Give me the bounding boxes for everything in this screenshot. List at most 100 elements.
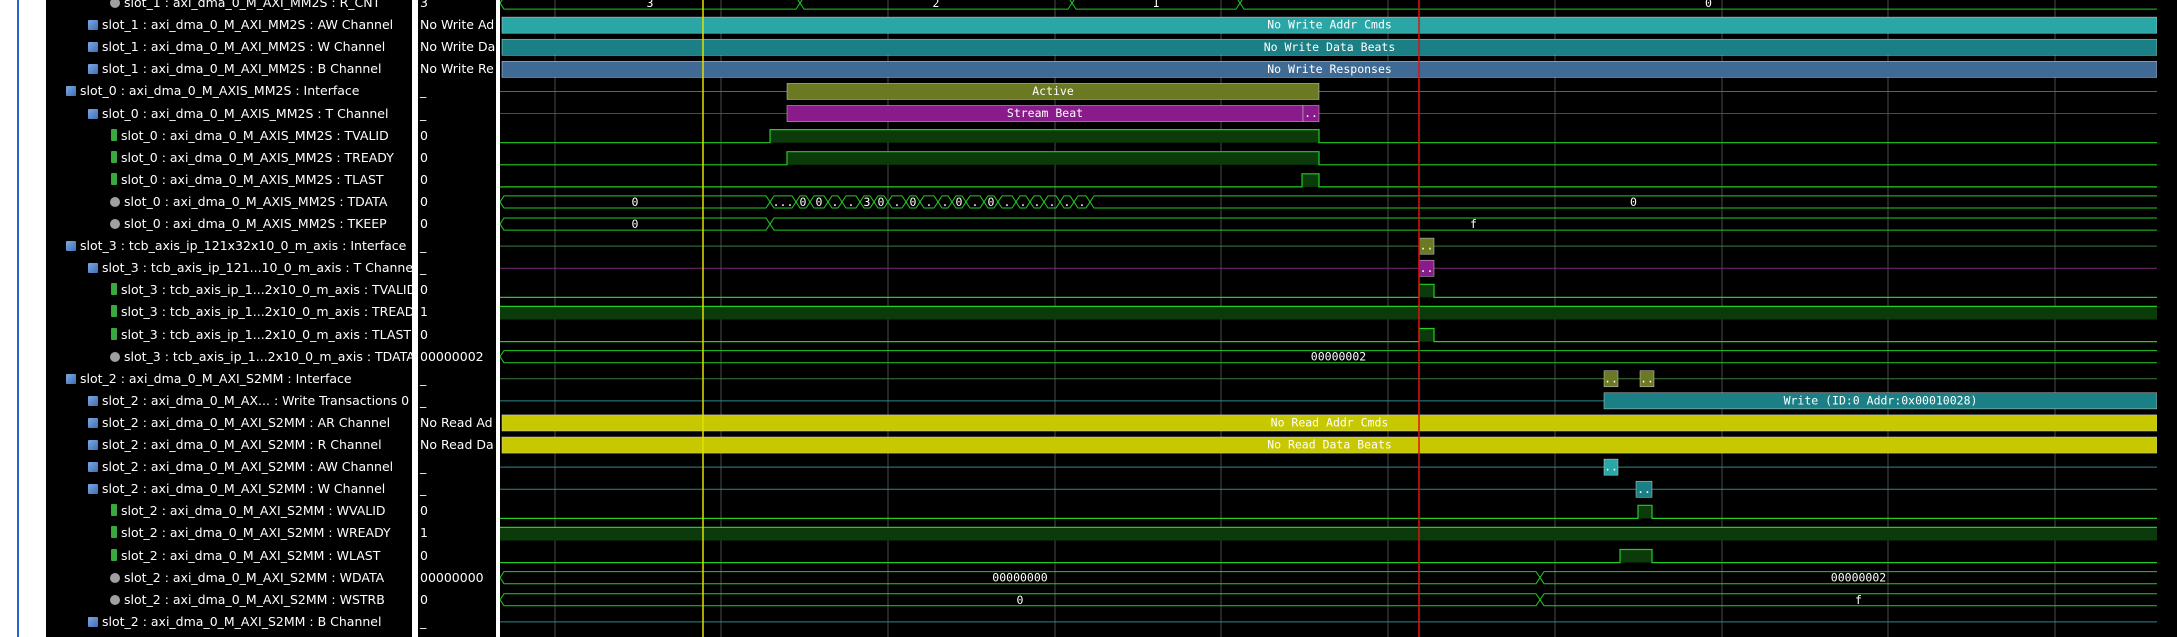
signal-icon <box>111 327 117 340</box>
signal-name-label: slot_3 : tcb_axis_ip_121x32x10_0_m_axis … <box>80 238 407 254</box>
tree-row[interactable]: slot_1 : axi_dma_0_M_AXI_MM2S : AW Chann… <box>74 14 393 36</box>
signal-name-label: slot_2 : axi_dma_0_M_AXI_S2MM : Interfac… <box>80 370 352 386</box>
slot3-tchannel-marker-label: .. <box>1420 261 1434 275</box>
tree-row[interactable]: slot_2 : axi_dma_0_M_AXI_S2MM : WREADY <box>96 522 391 544</box>
tready-pulse <box>500 151 2177 166</box>
interface-icon <box>88 20 98 31</box>
tree-row[interactable]: slot_0 : axi_dma_0_M_AXIS_MM2S : TREADY <box>96 147 394 169</box>
tree-row[interactable]: slot_2 : axi_dma_0_M_AXI_S2MM : R Channe… <box>74 434 382 456</box>
bus-icon <box>110 196 120 207</box>
tlast-pulse-fill <box>1302 173 1319 187</box>
tree-row[interactable]: slot_2 : axi_dma_0_M_AXI_S2MM : AR Chann… <box>74 412 390 434</box>
tree-row[interactable]: slot_2 : axi_dma_0_M_AX... : Write Trans… <box>74 390 409 412</box>
active-bar-label: Active <box>1032 84 1074 98</box>
tree-row[interactable]: slot_2 : axi_dma_0_M_AXI_S2MM : WDATA <box>96 567 384 589</box>
tree-row[interactable]: slot_1 : axi_dma_0_M_AXI_MM2S : B Channe… <box>74 58 381 80</box>
signal-name-tree[interactable]: slot_1 : axi_dma_0_M_AXI_MM2S : R_CNT slo… <box>46 0 412 637</box>
signal-value: 3 <box>420 0 428 10</box>
tree-row[interactable]: slot_0 : axi_dma_0_M_AXIS_MM2S : TVALID <box>96 125 389 147</box>
signal-name-label: slot_2 : axi_dma_0_M_AXI_S2MM : WVALID <box>121 503 386 519</box>
waveform-viewer[interactable]: 3 2 1 0 No Write Addr Cmds No Write Data Beat… <box>500 0 2177 637</box>
interface-icon <box>88 108 98 119</box>
signal-name-label: slot_0 : axi_dma_0_M_AXIS_MM2S : TVALID <box>121 127 389 143</box>
slot3-tdata-seg-label: 00000002 <box>1311 350 1366 364</box>
interface-icon <box>88 616 98 627</box>
wdata-seg-label: 00000000 <box>992 571 1047 585</box>
signal-value: _ <box>420 260 427 276</box>
signal-name-label: slot_3 : tcb_axis_ip_1...2x10_0_m_axis :… <box>121 326 412 342</box>
tree-row[interactable]: slot_3 : tcb_axis_ip_1...2x10_0_m_axis :… <box>96 324 411 346</box>
signal-name-label: slot_2 : axi_dma_0_M_AX... : Write Trans… <box>102 392 410 408</box>
tree-row[interactable]: slot_2 : axi_dma_0_M_AXI_S2MM : Interfac… <box>52 368 352 390</box>
tree-row[interactable]: slot_2 : axi_dma_0_M_AXI_S2MM : WSTRB <box>96 589 385 611</box>
tree-row[interactable]: slot_2 : axi_dma_0_M_AXI_S2MM : B Channe… <box>74 611 381 633</box>
signal-name-label: slot_2 : axi_dma_0_M_AXI_S2MM : WSTRB <box>124 591 385 607</box>
signal-value: _ <box>420 83 427 99</box>
tdata-burst-seg-label: 3 <box>864 195 871 209</box>
tdata-burst-seg-label: 0 <box>800 195 807 209</box>
signal-name-label: slot_2 : axi_dma_0_M_AXI_S2MM : AW Chann… <box>102 459 394 475</box>
tree-row[interactable]: slot_0 : axi_dma_0_M_AXIS_MM2S : T Chann… <box>74 103 388 125</box>
signal-value: 0 <box>420 127 428 143</box>
tree-row[interactable]: slot_0 : axi_dma_0_M_AXIS_MM2S : TKEEP <box>96 213 387 235</box>
bus-icon <box>110 351 120 362</box>
slot3-tvalid-pulse <box>500 283 2177 298</box>
signal-name-label: slot_2 : axi_dma_0_M_AXI_S2MM : WDATA <box>124 569 385 585</box>
tdata-burst-seg-label: 0 <box>988 195 995 209</box>
signal-name-label: slot_3 : tcb_axis_ip_1...2x10_0_m_axis :… <box>121 282 412 298</box>
tree-row[interactable]: slot_0 : axi_dma_0_M_AXIS_MM2S : Interfa… <box>52 80 360 102</box>
signal-name-label: slot_2 : axi_dma_0_M_AXI_S2MM : W Channe… <box>102 481 386 497</box>
signal-value: 0 <box>420 149 428 165</box>
tree-row[interactable]: slot_1 : axi_dma_0_M_AXI_MM2S : W Channe… <box>74 36 385 58</box>
signal-value: 0 <box>420 216 428 231</box>
window-border <box>17 0 19 637</box>
tree-row[interactable]: slot_2 : axi_dma_0_M_AXI_S2MM : WVALID <box>96 500 386 522</box>
tree-row[interactable]: slot_3 : tcb_axis_ip_1...2x10_0_m_axis :… <box>96 279 412 301</box>
tree-row[interactable]: slot_1 : axi_dma_0_M_AXI_MM2S : R_CNT <box>96 0 380 14</box>
tvalid-pulse-fill <box>770 129 1319 143</box>
signal-icon <box>111 548 117 561</box>
tdata-burst-seg-label: ... <box>773 195 794 209</box>
tdata-seg-label: 0 <box>632 195 639 209</box>
signal-name-label: slot_3 : tcb_axis_ip_1...2x10_0_m_axis :… <box>124 348 412 364</box>
signal-value: _ <box>420 392 427 408</box>
signal-name-label: slot_1 : axi_dma_0_M_AXI_MM2S : B Channe… <box>102 61 382 77</box>
signal-name-label: slot_0 : axi_dma_0_M_AXIS_MM2S : T Chann… <box>102 105 389 121</box>
tree-row[interactable]: slot_3 : tcb_axis_ip_1...2x10_0_m_axis :… <box>96 346 412 368</box>
signal-value: _ <box>420 105 427 121</box>
waveform-canvas[interactable]: 3 2 1 0 No Write Addr Cmds No Write Data Beat… <box>500 0 2177 637</box>
bus-icon <box>110 594 120 605</box>
signal-name-label: slot_1 : axi_dma_0_M_AXI_MM2S : W Channe… <box>102 39 386 55</box>
stream-beat-tail-label: .. <box>1304 106 1318 120</box>
signal-value: 0 <box>420 326 428 342</box>
tree-row[interactable]: slot_3 : tcb_axis_ip_1...2x10_0_m_axis :… <box>96 301 412 323</box>
signal-value: _ <box>420 613 427 629</box>
tree-row[interactable]: slot_0 : axi_dma_0_M_AXIS_MM2S : TDATA <box>96 191 387 213</box>
signal-icon <box>111 283 117 296</box>
tree-row[interactable]: slot_2 : axi_dma_0_M_AXI_S2MM : AW Chann… <box>74 456 393 478</box>
tdata-burst-seg-label: 0 <box>816 195 823 209</box>
w-marker-label: .. <box>1637 482 1651 496</box>
tdata-burst-seg-label: . <box>1049 195 1056 209</box>
rcnt-seg-label: 1 <box>1153 0 1160 10</box>
wlast-pulse-fill <box>1620 549 1652 563</box>
tdata-burst-seg-label: . <box>1020 195 1027 209</box>
tree-row[interactable]: slot_3 : tcb_axis_ip_121x32x10_0_m_axis … <box>52 235 406 257</box>
tdata-burst-seg-label: . <box>1064 195 1071 209</box>
signal-value: No Write Da <box>420 39 496 55</box>
signal-value: 00000000 <box>420 569 484 585</box>
signal-name-label: slot_2 : axi_dma_0_M_AXI_S2MM : WREADY <box>121 525 391 541</box>
tree-row[interactable]: slot_2 : axi_dma_0_M_AXI_S2MM : W Channe… <box>74 478 385 500</box>
wstrb-seg-label: f <box>1855 593 1862 607</box>
tree-row[interactable]: slot_0 : axi_dma_0_M_AXIS_MM2S : TLAST <box>96 169 384 191</box>
signal-value: No Read Da <box>420 437 494 452</box>
rcnt-seg-label: 2 <box>933 0 940 10</box>
tree-row[interactable]: slot_3 : tcb_axis_ip_121...10_0_m_axis :… <box>74 257 412 279</box>
tree-row[interactable]: slot_2 : axi_dma_0_M_AXI_S2MM : WLAST <box>96 545 380 567</box>
wdata-seg-label: 00000002 <box>1831 571 1886 585</box>
signal-icon <box>111 305 117 318</box>
tready-pulse-fill <box>787 151 1319 165</box>
tdata-burst-seg-label: . <box>894 195 901 209</box>
signal-value-column[interactable]: 3 No Write Ad No Write Da No Write Re _ _ 0 0 0 0… <box>418 0 496 637</box>
signal-name-label: slot_3 : tcb_axis_ip_121...10_0_m_axis :… <box>102 260 412 276</box>
